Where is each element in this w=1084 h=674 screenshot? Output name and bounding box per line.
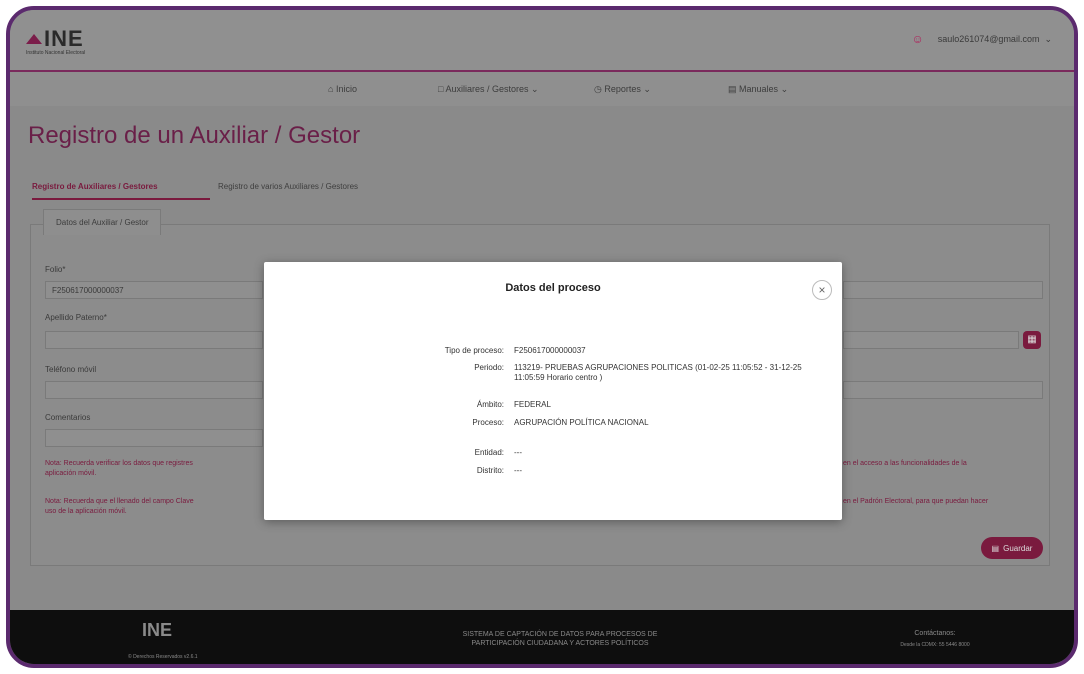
ine-logo[interactable]: INE (26, 26, 84, 52)
note-1-right: en el acceso a las funcionalidades de la (843, 460, 967, 467)
comentarios-field[interactable] (45, 429, 263, 447)
folio-field[interactable]: F250617000000037 (45, 281, 263, 299)
app-frame: INE Instituto Nacional Electoral ☺ saulo… (6, 6, 1078, 668)
footer-contact-phone: Desde la CDMX: 55 5446 8000 (900, 642, 970, 648)
nav-item-reportes[interactable]: ◷ Reportes ⌄ (594, 84, 651, 95)
chevron-down-icon: ⌄ (1044, 33, 1052, 44)
close-icon[interactable]: × (812, 280, 832, 300)
right-field-1[interactable] (843, 281, 1043, 299)
tab-registro-individual[interactable]: Registro de Auxiliares / Gestores (32, 182, 158, 191)
user-menu[interactable]: ☺ saulo261074@gmail.com ⌄ (911, 32, 1052, 46)
panel-tab-datos[interactable]: Datos del Auxiliar / Gestor (43, 209, 162, 235)
modal-title: Datos del proceso (505, 282, 601, 294)
apellido-paterno-field[interactable] (45, 331, 263, 349)
comentarios-label: Comentarios (45, 413, 91, 422)
note-1-left: Nota: Recuerda verificar los datos que r… (45, 460, 193, 477)
document-icon: □ (438, 84, 444, 94)
manual-icon: ▤ (728, 84, 737, 94)
calendar-icon: ▦ (1027, 334, 1037, 345)
save-button[interactable]: ▤ Guardar (981, 537, 1043, 559)
nav-item-auxiliares[interactable]: □ Auxiliares / Gestores ⌄ (438, 84, 539, 95)
nav-item-manuales[interactable]: ▤ Manuales ⌄ (728, 84, 788, 95)
page-title: Registro de un Auxiliar / Gestor (28, 122, 361, 149)
date-field[interactable] (843, 331, 1019, 349)
apellido-paterno-label: Apellido Paterno* (45, 313, 107, 322)
footer-contact-title: Contáctanos: (914, 630, 956, 637)
folio-label: Folio* (45, 265, 66, 274)
save-icon: ▤ (991, 543, 1000, 553)
telefono-label: Teléfono móvil (45, 365, 97, 374)
process-data-modal: Datos del proceso × Tipo de proceso: F25… (264, 262, 842, 520)
footer-system-name: SISTEMA DE CAPTACIÓN DE DATOS PARA PROCE… (462, 631, 658, 647)
ine-mark-icon (26, 34, 42, 44)
chevron-down-icon: ⌄ (643, 84, 651, 94)
nav-item-inicio[interactable]: ⌂ Inicio (328, 84, 357, 94)
logo-subtitle: Instituto Nacional Electoral (26, 50, 86, 56)
top-bar: INE Instituto Nacional Electoral ☺ saulo… (10, 10, 1074, 72)
footer-logo: INE (142, 620, 173, 640)
tab-registro-varios[interactable]: Registro de varios Auxiliares / Gestores (218, 182, 358, 191)
right-field-3[interactable] (843, 381, 1043, 399)
note-2-left: Nota: Recuerda que el llenado del campo … (45, 498, 194, 515)
note-2-right: en el Padrón Electoral, para que puedan … (843, 498, 989, 505)
footer: INE © Derechos Reservados v2.6.1 SISTEMA… (10, 610, 1074, 664)
main-nav: ⌂ Inicio □ Auxiliares / Gestores ⌄ ◷ Rep… (10, 72, 1074, 106)
footer-copyright: © Derechos Reservados v2.6.1 (128, 654, 198, 660)
clock-icon: ◷ (594, 84, 602, 94)
chevron-down-icon: ⌄ (531, 84, 539, 94)
telefono-field[interactable] (45, 381, 263, 399)
user-icon: ☺ (911, 32, 924, 46)
chevron-down-icon: ⌄ (780, 84, 789, 94)
user-email: saulo261074@gmail.com (937, 34, 1040, 44)
home-icon: ⌂ (328, 84, 334, 94)
logo-text: INE (44, 26, 84, 51)
calendar-button[interactable]: ▦ (1023, 331, 1041, 349)
tab-active-indicator (32, 198, 210, 200)
